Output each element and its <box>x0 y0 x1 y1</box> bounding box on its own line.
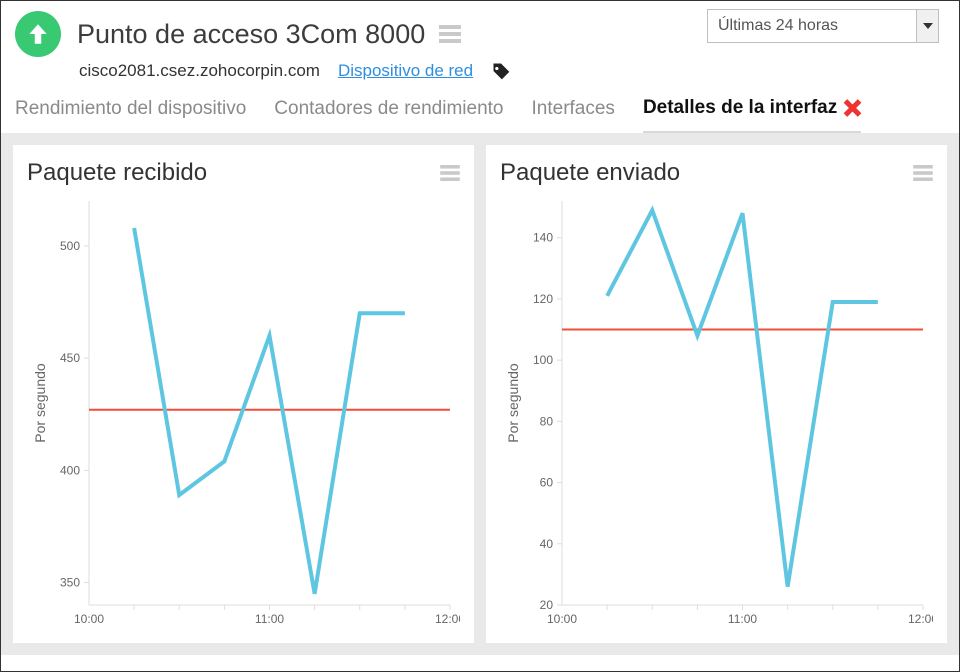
svg-text:140: 140 <box>533 231 553 245</box>
svg-text:11:00: 11:00 <box>728 612 757 626</box>
chart-sent: 20 40 60 80 100 120 140 10:00 11:00 12:00 Por segu… <box>500 191 933 635</box>
tab-label: Rendimiento del dispositivo <box>15 98 246 120</box>
chart-card-sent: Paquete enviado 20 40 60 80 100 120 140 10:00 11… <box>486 145 947 643</box>
device-type-link[interactable]: Dispositivo de red <box>338 61 473 81</box>
device-status-badge <box>15 11 61 57</box>
sub-header: cisco2081.csez.zohocorpin.com Dispositiv… <box>1 57 959 93</box>
chart-card-received: Paquete recibido 350 400 450 500 10:00 11:00 1… <box>13 145 474 643</box>
svg-text:500: 500 <box>60 239 80 253</box>
svg-text:100: 100 <box>533 353 553 367</box>
device-hostname: cisco2081.csez.zohocorpin.com <box>79 61 320 81</box>
chart-menu-button[interactable] <box>440 165 460 181</box>
svg-text:Por segundo: Por segundo <box>505 363 521 443</box>
svg-text:60: 60 <box>540 476 554 490</box>
tab-bar: Rendimiento del dispositivo Contadores d… <box>1 93 959 133</box>
chevron-down-icon <box>923 23 933 29</box>
svg-text:10:00: 10:00 <box>74 612 104 626</box>
svg-text:10:00: 10:00 <box>547 612 577 626</box>
close-tab-icon[interactable] <box>841 98 861 118</box>
tab-label: Detalles de la interfaz <box>643 97 837 119</box>
chart-received: 350 400 450 500 10:00 11:00 12:00 Por segundo <box>27 191 460 635</box>
svg-text:Por segundo: Por segundo <box>32 363 48 443</box>
svg-text:11:00: 11:00 <box>255 612 284 626</box>
header-menu-button[interactable] <box>439 25 461 43</box>
svg-text:12:00: 12:00 <box>435 612 460 626</box>
tag-icon[interactable] <box>491 61 511 81</box>
hamburger-icon <box>913 165 933 181</box>
svg-text:120: 120 <box>533 292 553 306</box>
chart-menu-button[interactable] <box>913 165 933 181</box>
page-title: Punto de acceso 3Com 8000 <box>77 19 425 50</box>
page-header: Punto de acceso 3Com 8000 Últimas 24 hor… <box>1 1 959 57</box>
svg-text:40: 40 <box>540 537 554 551</box>
tab-label: Contadores de rendimiento <box>274 98 503 120</box>
svg-text:20: 20 <box>540 598 554 612</box>
tab-interfaces[interactable]: Interfaces <box>532 93 615 133</box>
tab-device-performance[interactable]: Rendimiento del dispositivo <box>15 93 246 133</box>
arrow-up-icon <box>25 21 51 47</box>
svg-text:350: 350 <box>60 576 80 590</box>
charts-area: Paquete recibido 350 400 450 500 10:00 11:00 1… <box>1 133 959 655</box>
tab-label: Interfaces <box>532 98 615 120</box>
svg-text:80: 80 <box>540 414 554 428</box>
tab-interface-details[interactable]: Detalles de la interfaz <box>643 93 861 133</box>
hamburger-icon <box>439 25 461 43</box>
svg-text:400: 400 <box>60 463 80 477</box>
svg-text:12:00: 12:00 <box>908 612 933 626</box>
time-range-select[interactable]: Últimas 24 horas <box>707 9 939 43</box>
chart-title: Paquete enviado <box>500 159 680 187</box>
svg-text:450: 450 <box>60 351 80 365</box>
time-range-dropdown-button[interactable] <box>916 10 938 42</box>
chart-title: Paquete recibido <box>27 159 207 187</box>
tab-performance-counters[interactable]: Contadores de rendimiento <box>274 93 503 133</box>
time-range-value: Últimas 24 horas <box>708 17 916 35</box>
hamburger-icon <box>440 165 460 181</box>
